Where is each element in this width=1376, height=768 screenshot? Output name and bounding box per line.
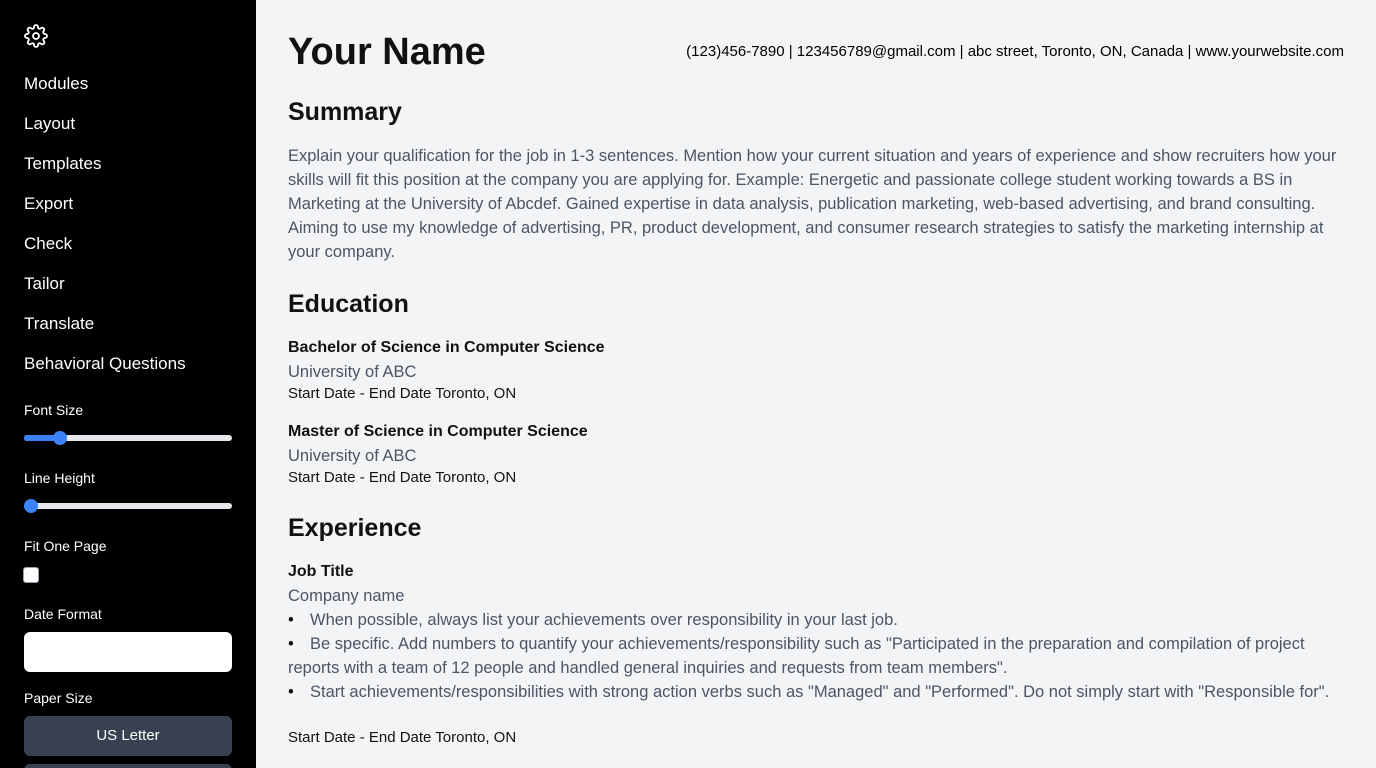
line-height-slider-track — [24, 503, 232, 509]
education-dates: Start Date - End Date Toronto, ON — [288, 469, 517, 486]
paper-size-us-letter-button[interactable]: US Letter — [24, 716, 232, 756]
date-format-label: Date Format — [24, 606, 102, 622]
education-school: University of ABC — [288, 447, 417, 465]
education-dates: Start Date - End Date Toronto, ON — [288, 385, 517, 402]
nav-item-translate[interactable]: Translate — [24, 313, 94, 335]
nav-item-export[interactable]: Export — [24, 193, 73, 215]
summary-heading: Summary — [288, 98, 402, 126]
education-heading: Education — [288, 290, 409, 318]
line-height-slider-thumb[interactable] — [24, 499, 38, 513]
resume-preview: Your Name (123)456-7890 | 123456789@gmai… — [266, 0, 1344, 768]
font-size-slider[interactable] — [24, 430, 232, 446]
resume-contact: (123)456-7890 | 123456789@gmail.com | ab… — [686, 43, 1344, 60]
paper-size-option-button[interactable] — [24, 764, 232, 768]
nav-item-tailor[interactable]: Tailor — [24, 273, 65, 295]
paper-size-label: Paper Size — [24, 690, 93, 706]
font-size-label: Font Size — [24, 402, 84, 418]
experience-dates: Start Date - End Date Toronto, ON — [288, 729, 517, 746]
line-height-label: Line Height — [24, 470, 95, 486]
experience-bullet: When possible, always list your achievem… — [288, 608, 1344, 632]
font-size-slider-thumb[interactable] — [53, 431, 68, 445]
education-school: University of ABC — [288, 363, 417, 381]
experience-company: Company name — [288, 587, 405, 605]
line-height-slider[interactable] — [24, 498, 232, 514]
experience-bullet: Be specific. Add numbers to quantify you… — [266, 632, 1344, 680]
date-format-input[interactable] — [24, 632, 232, 672]
gear-icon[interactable] — [24, 24, 48, 48]
education-degree: Bachelor of Science in Computer Science — [288, 339, 605, 356]
experience-bullets: When possible, always list your achievem… — [266, 608, 1344, 704]
resume-name: Your Name — [288, 31, 486, 73]
sidebar: Modules Layout Templates Export Check Ta… — [0, 0, 256, 768]
experience-bullet: Start achievements/responsibilities with… — [266, 680, 1344, 704]
fit-one-page-checkbox[interactable] — [23, 567, 39, 583]
nav-item-check[interactable]: Check — [24, 233, 72, 255]
nav-item-modules[interactable]: Modules — [24, 73, 88, 95]
nav-item-templates[interactable]: Templates — [24, 153, 101, 175]
fit-one-page-label: Fit One Page — [24, 538, 107, 554]
summary-text: Explain your qualification for the job i… — [288, 147, 1337, 261]
nav-item-layout[interactable]: Layout — [24, 113, 75, 135]
nav-item-behavioral-questions[interactable]: Behavioral Questions — [24, 353, 186, 375]
experience-job-title: Job Title — [288, 563, 354, 580]
experience-heading: Experience — [288, 514, 422, 542]
education-degree: Master of Science in Computer Science — [288, 423, 588, 440]
